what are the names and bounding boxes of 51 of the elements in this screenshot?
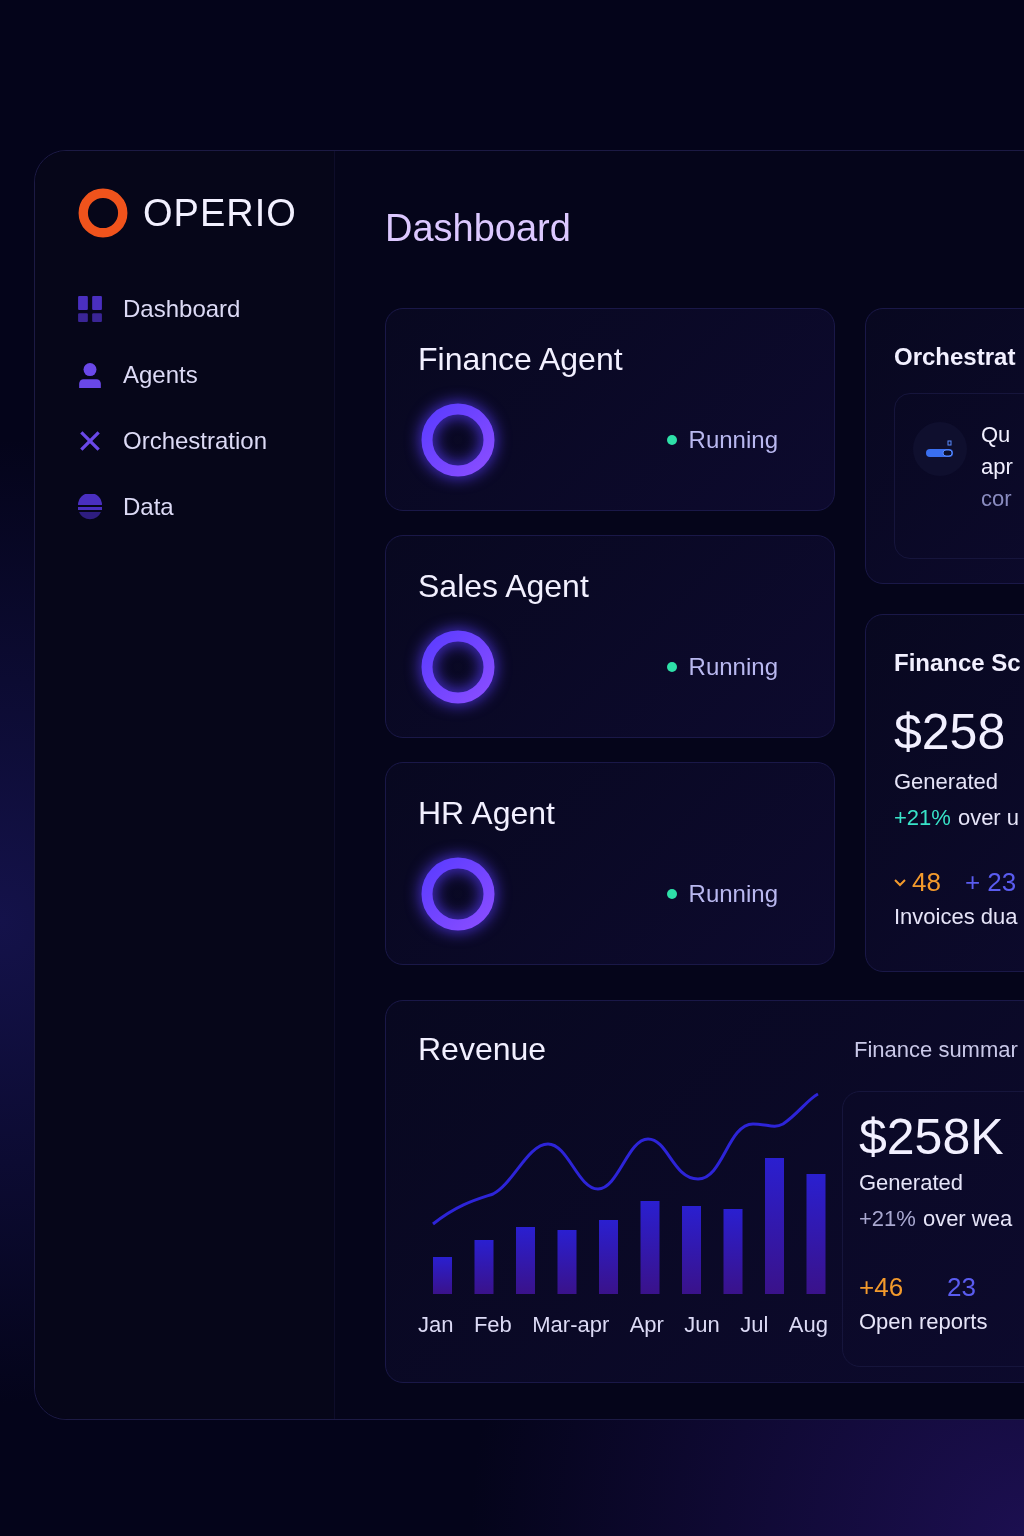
close-icon [77, 428, 103, 454]
amount: $258K [859, 1108, 1005, 1166]
agent-name: HR Agent [418, 795, 556, 832]
person-icon [77, 362, 103, 388]
task-note: cor [981, 486, 1013, 512]
amount: $258 [894, 703, 1007, 761]
status-label: Running [666, 426, 778, 454]
chart-bar [433, 1257, 452, 1294]
nav-item[interactable]: Data [77, 493, 334, 521]
caption: Open reports [859, 1309, 989, 1335]
caption: Generated [894, 769, 999, 795]
page-title: Dashboard [385, 207, 572, 250]
nav-item[interactable]: Agents [77, 361, 334, 389]
month-label: Feb [473, 1312, 512, 1338]
stat-value: 48 [912, 867, 941, 898]
caption: Generated [859, 1170, 964, 1196]
month-label: Jun [684, 1312, 720, 1338]
month-label: Apr [629, 1312, 664, 1338]
chart-bar [557, 1230, 577, 1294]
change-value: +21% [859, 1206, 916, 1232]
status-label: Running [666, 653, 778, 681]
task-text: Qu [981, 422, 1012, 448]
brand-name: OPERIO [143, 191, 297, 235]
chevron-down-icon [894, 878, 906, 887]
card-title: Finance Sc [894, 649, 1022, 677]
change-text: over wea [922, 1206, 1013, 1232]
chart-bar [516, 1227, 535, 1294]
summary-label: Finance summar [854, 1037, 1019, 1063]
month-label: Mar-apr [532, 1312, 610, 1338]
month-label: Jan [418, 1312, 454, 1338]
grid-icon [77, 296, 103, 322]
striped-circle-icon [77, 494, 103, 520]
caption: Invoices dua [894, 904, 1019, 930]
stat-value: +46 [859, 1272, 904, 1303]
nav-item[interactable]: Orchestration [77, 427, 334, 455]
ring-logo-icon [77, 187, 129, 239]
agent-name: Sales Agent [418, 568, 590, 605]
chart-bar [474, 1240, 494, 1294]
agent-name: Finance Agent [418, 341, 624, 378]
stat-value: + 23 [964, 867, 1017, 898]
card-title: Revenue [418, 1031, 548, 1068]
stat-value: 23 [947, 1272, 977, 1303]
month-label: Jul [740, 1312, 769, 1338]
card-title: Orchestrat [894, 343, 1017, 371]
toggle-icon [925, 439, 955, 459]
month-label: Aug [788, 1312, 828, 1338]
status-label: Running [666, 880, 778, 908]
change-value: +21% [894, 805, 951, 831]
task-text: apr [981, 454, 1013, 480]
nav-item[interactable]: Dashboard [77, 295, 334, 323]
change-text: over u [957, 805, 1020, 831]
